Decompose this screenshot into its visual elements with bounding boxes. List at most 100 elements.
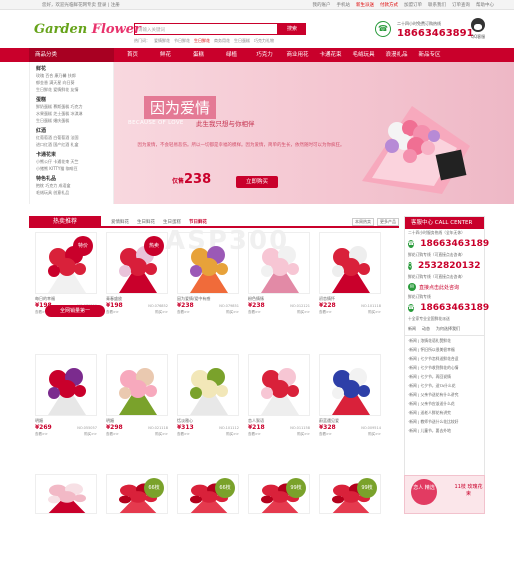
product-card[interactable]: 粉色情愫 ¥238 NO.012121 查看>> 购买>> — [248, 232, 310, 344]
site-logo[interactable]: Garden Flower — [34, 22, 141, 37]
side-ad[interactable]: 恋人 精选 11枝 玫瑰花束 — [404, 475, 485, 514]
buy-button[interactable]: 购买>> — [155, 432, 168, 437]
nav-item-cartoon[interactable]: 卡通花束 — [314, 48, 347, 62]
buy-button[interactable]: 购买>> — [226, 432, 239, 437]
hotword[interactable]: 商务用花 — [214, 38, 230, 44]
news-item[interactable]: ·新闻 | 七夕节，送TA什么花 — [405, 381, 484, 390]
product-card[interactable]: 99枝 — [248, 474, 310, 586]
hotword[interactable]: 爱情鲜花 — [154, 38, 170, 44]
product-card[interactable]: 热卖 青春盛放 ¥198 NO.076852 查看>> 购买>> — [106, 232, 168, 344]
hotword[interactable]: 节日鲜花 — [174, 38, 190, 44]
view-button[interactable]: 查看>> — [35, 432, 48, 437]
nav-item-flowers[interactable]: 鲜花 — [149, 48, 182, 62]
hot-tab[interactable]: 生日鲜花 — [137, 219, 155, 225]
nav-item-cake[interactable]: 蛋糕 — [182, 48, 215, 62]
view-button[interactable]: 查看>> — [106, 432, 119, 437]
service-chat-link[interactable]: 直接点击此处咨询 — [419, 284, 459, 291]
product-image[interactable] — [319, 232, 381, 294]
top-link-account[interactable]: 我的账户 — [313, 2, 331, 8]
view-button[interactable]: 查看>> — [319, 310, 332, 315]
news-item[interactable]: ·新闻 | 七夕节，再回说情 — [405, 372, 484, 381]
product-card[interactable]: 明媚 ¥298 NO.021118 查看>> 购买>> — [106, 354, 168, 466]
sidebar-row[interactable]: 红葡萄酒 白葡萄酒 法国 — [36, 134, 107, 141]
hot-tab[interactable]: 生日蛋糕 — [163, 219, 181, 225]
news-item[interactable]: ·新闻 | 怀旧所以很美很幸福 — [405, 345, 484, 354]
buy-button[interactable]: 购买>> — [297, 432, 310, 437]
sidebar-title[interactable]: 特色礼品 — [36, 175, 107, 182]
product-image[interactable] — [248, 354, 310, 416]
top-link-contact[interactable]: 联系我们 — [428, 2, 446, 8]
news-item[interactable]: ·新闻 | 送老人鲜花有讲究 — [405, 408, 484, 417]
view-button[interactable]: 查看>> — [248, 432, 261, 437]
sidebar-title[interactable]: 蛋糕 — [36, 96, 107, 103]
product-card[interactable]: 明媚 ¥269 NO.055057 查看>> 购买>> — [35, 354, 97, 466]
nav-item-chocolate[interactable]: 巧克力 — [248, 48, 281, 62]
sidebar-row[interactable]: 玫瑰 百合 康乃馨 扶郎 — [36, 72, 107, 79]
product-image[interactable] — [106, 354, 168, 416]
sidebar-row[interactable]: 水果蛋糕 芝士蛋糕 冰淇淋 — [36, 110, 107, 117]
search-button[interactable]: 搜索 — [278, 23, 306, 35]
weekly-hot-button[interactable]: 本周热卖 — [352, 218, 374, 226]
news-tab[interactable]: 动态 — [422, 326, 430, 332]
sidebar-row[interactable]: 小熊公仔 卡通花束 天竺 — [36, 158, 107, 165]
news-item[interactable]: ·新闻 | 儿童节，要去外地 — [405, 426, 484, 435]
view-button[interactable]: 查看>> — [177, 432, 190, 437]
product-image[interactable] — [248, 232, 310, 294]
sidebar-row[interactable]: 郁金香 满天星 向日葵 — [36, 79, 107, 86]
buy-button[interactable]: 购买>> — [368, 310, 381, 315]
product-image[interactable] — [177, 354, 239, 416]
product-card[interactable] — [35, 474, 97, 586]
news-item[interactable]: ·新闻 | 教师节送什么花比较好 — [405, 417, 484, 426]
sidebar-row[interactable]: 鲜奶蛋糕 慕斯蛋糕 巧克力 — [36, 103, 107, 110]
hotword[interactable]: 生日鲜花 — [194, 38, 210, 44]
banner-buy-button[interactable]: 立即购买 — [236, 176, 278, 188]
top-link-payment[interactable]: 付款方式 — [380, 2, 398, 8]
nav-item-business[interactable]: 商业用花 — [281, 48, 314, 62]
more-products-button[interactable]: 更多产品 — [377, 218, 399, 226]
product-card[interactable]: 恬淡雅心 ¥313 NO.101112 查看>> 购买>> — [177, 354, 239, 466]
product-card[interactable]: 特价每日的幸福¥198NO.079800查看>>购买>> — [35, 232, 97, 344]
sidebar-title[interactable]: 鲜花 — [36, 65, 107, 72]
nav-item-home[interactable]: 首页 — [116, 48, 149, 62]
nav-item-toys[interactable]: 毛绒玩具 — [347, 48, 380, 62]
product-card[interactable]: 因为爱情/爱中有感 ¥238 NO.079851 查看>> 购买>> — [177, 232, 239, 344]
sidebar-row[interactable]: 毛绒玩具 创意礼品 — [36, 189, 107, 196]
product-image[interactable] — [319, 354, 381, 416]
product-image[interactable] — [35, 354, 97, 416]
buy-button[interactable]: 购买>> — [84, 432, 97, 437]
hotword[interactable]: 生日蛋糕 — [234, 38, 250, 44]
product-card[interactable]: 初恋情怀 ¥228 NO.101118 查看>> 购买>> — [319, 232, 381, 344]
sidebar-title[interactable]: 卡通花束 — [36, 151, 107, 158]
product-image[interactable] — [35, 474, 97, 514]
product-card[interactable]: 66枝 — [106, 474, 168, 586]
news-item[interactable]: ·新闻 | 父亲节送花有什么讲究 — [405, 390, 484, 399]
sidebar-row[interactable]: 小猪熊 KITTY猫 咖啡豆 — [36, 165, 107, 172]
category-menu-button[interactable]: 商品分类 — [29, 48, 114, 62]
sidebar-title[interactable]: 红酒 — [36, 127, 107, 134]
nav-item-gifts[interactable]: 浪漫礼品 — [380, 48, 413, 62]
top-link-order-query[interactable]: 订单查询 — [452, 2, 470, 8]
buy-button[interactable]: 购买>> — [297, 310, 310, 315]
product-card[interactable]: 恋人絮语 ¥218 NO.011158 查看>> 购买>> — [248, 354, 310, 466]
product-card[interactable]: 66枝 — [177, 474, 239, 586]
view-button[interactable]: 查看>> — [319, 432, 332, 437]
product-image[interactable] — [177, 232, 239, 294]
nav-item-plants[interactable]: 绿植 — [215, 48, 248, 62]
sidebar-row[interactable]: 生日鲜花 爱情鲜花 友情 — [36, 86, 107, 93]
news-item[interactable]: ·新闻 | 七夕节怎样送鲜花合适 — [405, 354, 484, 363]
hot-tab[interactable]: 爱情鲜花 — [111, 219, 129, 225]
buy-button[interactable]: 购买>> — [226, 310, 239, 315]
view-button[interactable]: 查看>> — [106, 310, 119, 315]
news-tab[interactable]: 为何选择我们 — [436, 326, 460, 332]
nav-item-new[interactable]: 新品专区 — [413, 48, 446, 62]
product-card[interactable]: 蔚蓝遇见爱 ¥328 NO.009514 查看>> 购买>> — [319, 354, 381, 466]
hot-tab-active[interactable]: 节日鲜花 — [189, 219, 207, 225]
news-item[interactable]: ·新闻 | 七夕节收到鲜花的心情 — [405, 363, 484, 372]
view-button[interactable]: 查看>> — [177, 310, 190, 315]
qq-service[interactable]: QQ客服 — [468, 18, 488, 40]
sidebar-row[interactable]: 抱枕 巧克力 成语盒 — [36, 182, 107, 189]
product-card[interactable]: 99枝 — [319, 474, 381, 586]
news-item[interactable]: ·新闻 | 浓情花语礼赞鲜花 — [405, 336, 484, 345]
news-tab[interactable]: 新闻 — [408, 326, 416, 332]
buy-button[interactable]: 购买>> — [155, 310, 168, 315]
